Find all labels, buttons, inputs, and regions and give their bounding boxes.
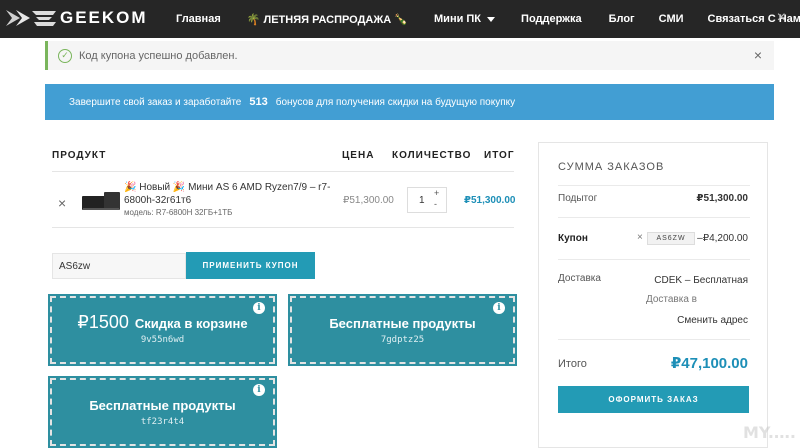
shipping-method: CDEK – Бесплатная <box>654 275 748 286</box>
divider <box>52 171 514 172</box>
item-subtotal: ₽51,300.00 <box>464 195 516 206</box>
nav-mini-pc-label: Мини ПК <box>434 13 482 25</box>
promo-code: 9v55n6wd <box>140 335 185 345</box>
check-circle-icon: ✓ <box>58 48 72 63</box>
nav-contact[interactable]: Связаться С Нами <box>708 13 800 25</box>
change-address-link[interactable]: Сменить адрес <box>677 315 748 326</box>
close-icon[interactable]: × <box>754 47 762 63</box>
promo-title-text: Скидка в корзине <box>134 316 248 331</box>
item-price: ₽51,300.00 <box>343 195 394 206</box>
top-navbar: GEEKOM Главная 🌴 ЛЕТНЯЯ РАСПРОДАЖА 🍾 Мин… <box>0 0 800 38</box>
order-summary: СУММА ЗАКАЗОВ Подытог ₽51,300.00 Купон ×… <box>538 142 768 448</box>
checkout-button[interactable]: ОФОРМИТЬ ЗАКАЗ <box>558 386 749 413</box>
nav-support[interactable]: Поддержка <box>521 13 582 25</box>
quantity-input[interactable]: 1 <box>407 187 447 213</box>
info-icon[interactable]: i <box>253 384 265 396</box>
promo-amount: ₽1500 <box>77 312 129 332</box>
header-price: ЦЕНА <box>342 150 375 161</box>
chevron-down-icon <box>487 16 496 22</box>
nav-blog[interactable]: Блог <box>609 13 635 25</box>
header-quantity: КОЛИЧЕСТВО <box>392 150 472 161</box>
promo-card-free-products[interactable]: i Бесплатные продукты 7gdptz25 <box>288 294 517 366</box>
remove-coupon-icon[interactable]: × <box>637 232 643 243</box>
info-icon[interactable]: i <box>493 302 505 314</box>
divider <box>558 217 750 218</box>
notice-text: Код купона успешно добавлен. <box>79 49 238 62</box>
promo-code: 7gdptz25 <box>380 335 425 345</box>
promo-card-free-products[interactable]: i Бесплатные продукты tf23r4t4 <box>48 376 277 448</box>
product-name-link[interactable]: 🎉 Новый 🎉 Мини AS 6 AMD Ryzen7/9 – r7-68… <box>124 181 334 207</box>
promo-card-cart-discount[interactable]: i ₽1500 Скидка в корзине 9v55n6wd <box>48 294 277 366</box>
subtotal-label: Подытог <box>558 193 598 204</box>
nav-mini-pc[interactable]: Мини ПК <box>434 13 496 25</box>
nav-home[interactable]: Главная <box>176 13 221 25</box>
brand-name: GEEKOM <box>60 8 148 27</box>
promo-title: Бесплатные продукты <box>329 316 476 331</box>
remove-item-icon[interactable]: × <box>58 195 66 211</box>
header-total: ИТОГ <box>484 150 515 161</box>
quantity-value: 1 <box>419 194 425 206</box>
subtotal-value: ₽51,300.00 <box>696 193 748 204</box>
apply-coupon-button[interactable]: ПРИМЕНИТЬ КУПОН <box>186 252 315 279</box>
summary-title: СУММА ЗАКАЗОВ <box>558 161 665 173</box>
product-thumbnail[interactable] <box>80 186 122 214</box>
divider <box>558 339 750 340</box>
banner-points: 513 <box>249 96 268 108</box>
banner-prefix: Завершите свой заказ и заработайте <box>69 96 242 108</box>
coupon-input-value: AS6zw <box>59 260 91 272</box>
coupon-success-notice: ✓ Код купона успешно добавлен. × <box>45 41 774 70</box>
quantity-stepper: + - <box>434 188 439 210</box>
promo-code: tf23r4t4 <box>140 417 185 427</box>
divider <box>52 227 514 228</box>
qty-decrease-button[interactable]: - <box>434 199 439 210</box>
nav-media[interactable]: СМИ <box>659 13 684 25</box>
shipping-label: Доставка <box>558 273 601 284</box>
watermark: MY.…. <box>742 423 796 442</box>
model-value: R7-6800H 32ГБ+1ТБ <box>155 208 233 217</box>
coupon-discount: –₽4,200.00 <box>697 233 748 244</box>
model-label: модель: <box>124 208 154 217</box>
coupon-code-input[interactable]: AS6zw <box>52 253 186 279</box>
promo-title: ₽1500 Скидка в корзине <box>52 312 273 333</box>
geekom-logo-icon <box>6 10 56 26</box>
banner-suffix: бонусов для получения скидки на будущую … <box>275 96 516 108</box>
qty-increase-button[interactable]: + <box>434 188 439 199</box>
header-product: ПРОДУКТ <box>52 150 107 161</box>
brand-logo[interactable]: GEEKOM <box>6 6 148 30</box>
bonus-banner: Завершите свой заказ и заработайте 513 б… <box>45 84 774 120</box>
order-total: ₽47,100.00 <box>670 355 748 372</box>
applied-coupon-chip: AS6ZW <box>647 232 695 245</box>
total-label: Итого <box>558 358 587 370</box>
divider <box>558 185 750 186</box>
nav-summer-sale[interactable]: 🌴 ЛЕТНЯЯ РАСПРОДАЖА 🍾 <box>247 13 408 26</box>
close-icon[interactable]: × <box>777 9 786 27</box>
shipping-destination: Доставка в <box>645 294 697 305</box>
promo-title: Бесплатные продукты <box>89 398 236 413</box>
divider <box>558 259 750 260</box>
coupon-label: Купон <box>558 233 588 244</box>
product-model: модель: R7-6800H 32ГБ+1ТБ <box>124 208 232 217</box>
